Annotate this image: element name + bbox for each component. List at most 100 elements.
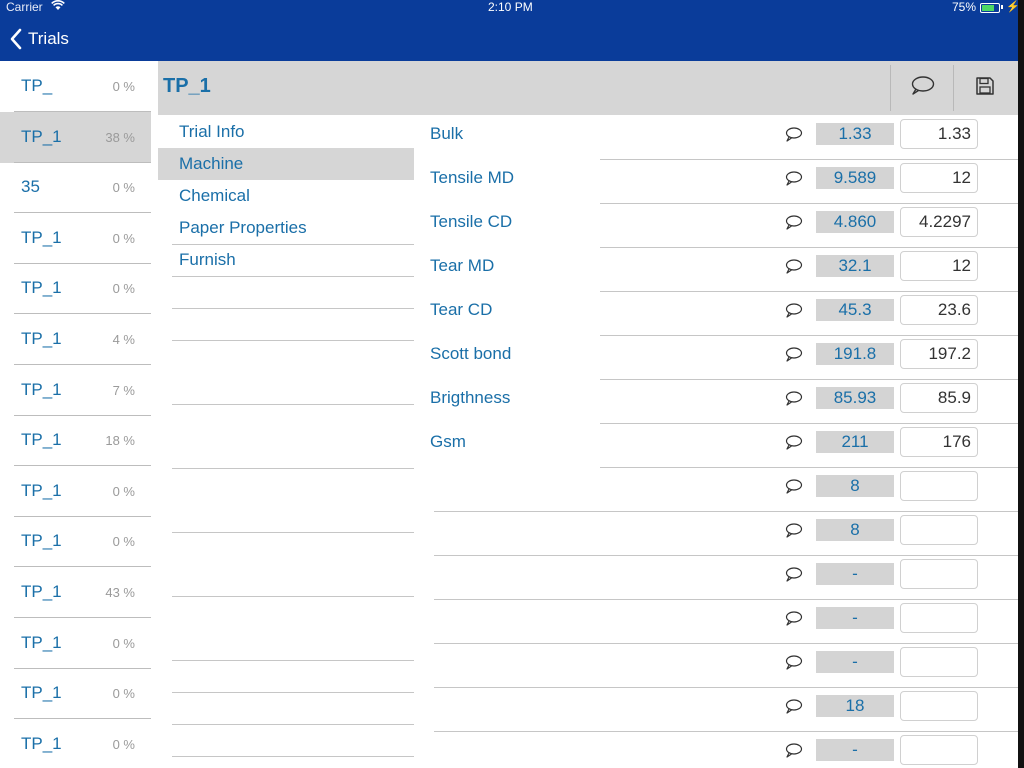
trial-list-item[interactable]: TP_1 4 % (0, 314, 151, 365)
actual-value-input[interactable] (900, 119, 978, 149)
row-divider (172, 340, 414, 341)
section-item[interactable]: Trial Info (158, 116, 414, 148)
actual-value-input[interactable] (900, 559, 978, 589)
trial-progress: 0 % (112, 79, 135, 94)
comment-icon[interactable] (783, 434, 803, 452)
actual-value-input[interactable] (900, 691, 978, 721)
trial-list-item[interactable]: TP_1 0 % (0, 213, 151, 264)
page-title: TP_1 (163, 75, 211, 97)
actual-value-input[interactable] (900, 603, 978, 633)
section-item[interactable]: Machine (158, 148, 414, 180)
section-list: Trial Info Machine Chemical Paper Propertie… (158, 116, 414, 768)
comment-icon[interactable] (783, 478, 803, 496)
comment-icon[interactable] (783, 742, 803, 760)
section-label: Machine (179, 154, 244, 173)
save-button[interactable] (954, 65, 1016, 111)
trial-list-item[interactable]: TP_1 7 % (0, 365, 151, 416)
trial-name: TP_1 (21, 531, 62, 551)
battery-percent: 75% (952, 0, 977, 14)
trial-progress: 0 % (112, 230, 135, 246)
trial-name: TP_1 (21, 582, 62, 601)
trial-progress: 0 % (112, 686, 135, 702)
actual-value-input[interactable] (900, 339, 978, 369)
target-value: 32.1 (816, 255, 894, 277)
actual-value-input[interactable] (900, 471, 978, 501)
charging-icon: ⚡ (1006, 1, 1018, 13)
trial-list-item[interactable]: TP_1 0 % (0, 668, 151, 720)
target-value: - (816, 739, 894, 761)
target-value: 4.860 (816, 211, 894, 233)
comment-icon[interactable] (783, 654, 803, 672)
target-value: - (816, 563, 894, 585)
comment-icon[interactable] (783, 258, 803, 276)
trial-list-item[interactable]: TP_1 38 % (0, 111, 151, 163)
trial-progress: 0 % (112, 483, 135, 499)
comment-icon[interactable] (783, 214, 803, 232)
trial-list-item[interactable]: TP_1 0 % (0, 516, 151, 568)
comment-icon[interactable] (783, 170, 803, 188)
target-value: 45.3 (816, 299, 894, 321)
actual-value-input[interactable] (900, 383, 978, 413)
parameter-label: Gsm (430, 432, 466, 451)
actual-value-input[interactable] (900, 163, 978, 193)
trial-list-item[interactable]: TP_1 0 % (0, 618, 151, 669)
trial-name: TP_1 (21, 733, 62, 753)
comment-icon[interactable] (783, 126, 803, 144)
parameter-row: Scott bond 191.8 (420, 336, 1018, 380)
parameter-row: Tensile CD 4.860 (420, 204, 1018, 248)
app-window: Carrier 2:10 PM 75% ⚡ Trials TP_ 0 % TP_1 3… (0, 0, 1018, 768)
row-divider (172, 404, 414, 405)
back-button-label: Trials (28, 29, 69, 48)
row-divider (172, 468, 414, 469)
trial-list-item[interactable]: TP_1 0 % (0, 466, 151, 517)
trial-progress: 0 % (112, 635, 135, 651)
parameter-label: Tear MD (430, 256, 495, 275)
actual-value-input[interactable] (900, 735, 978, 765)
actual-value-input[interactable] (900, 251, 978, 281)
parameter-row: Brigthness 85.93 (420, 380, 1018, 424)
parameter-row: 18 (420, 688, 1018, 732)
comment-icon[interactable] (783, 610, 803, 628)
target-value: 8 (816, 519, 894, 541)
target-value: 9.589 (816, 167, 894, 189)
parameter-label: Tensile MD (430, 168, 515, 187)
actual-value-input[interactable] (900, 427, 978, 457)
trial-list-item[interactable]: TP_1 18 % (0, 415, 151, 467)
section-item[interactable]: Paper Properties (158, 212, 414, 244)
actual-value-input[interactable] (900, 207, 978, 237)
actual-value-input[interactable] (900, 295, 978, 325)
trial-list-item[interactable]: TP_ 0 % (0, 61, 151, 112)
battery-icon (980, 3, 1000, 13)
section-label: Furnish (179, 250, 236, 269)
parameter-row: Tear MD 32.1 (420, 248, 1018, 292)
trial-list-item[interactable]: TP_1 0 % (0, 719, 151, 768)
actual-value-input[interactable] (900, 647, 978, 677)
comment-icon[interactable] (783, 566, 803, 584)
parameter-label: Tear CD (430, 300, 493, 319)
trial-name: TP_1 (21, 126, 62, 146)
comment-icon[interactable] (783, 346, 803, 364)
section-item[interactable]: Furnish (158, 244, 414, 276)
trial-name: TP_1 (21, 632, 62, 652)
trial-progress: 7 % (112, 382, 135, 398)
target-value: 8 (816, 475, 894, 497)
comment-button[interactable] (891, 65, 953, 111)
parameter-row: 8 (420, 468, 1018, 512)
comment-icon[interactable] (783, 698, 803, 716)
trial-name: TP_1 (21, 329, 62, 348)
trial-list: TP_ 0 % TP_1 38 % 35 0 % TP_1 0 % TP_1 0 % TP_1 4 %… (0, 61, 151, 768)
trial-list-item[interactable]: TP_1 0 % (0, 263, 151, 315)
trial-progress: 4 % (112, 332, 135, 347)
back-button[interactable]: Trials (10, 26, 69, 52)
comment-icon[interactable] (783, 522, 803, 540)
trial-list-item[interactable]: 35 0 % (0, 162, 151, 214)
trial-progress: 43 % (105, 585, 135, 600)
actual-value-input[interactable] (900, 515, 978, 545)
comment-icon[interactable] (783, 390, 803, 408)
comment-icon[interactable] (783, 302, 803, 320)
target-value: 191.8 (816, 343, 894, 365)
trial-list-item[interactable]: TP_1 43 % (0, 567, 151, 618)
parameter-label: Brigthness (430, 388, 511, 407)
row-divider (172, 308, 414, 309)
section-item[interactable]: Chemical (158, 180, 414, 212)
